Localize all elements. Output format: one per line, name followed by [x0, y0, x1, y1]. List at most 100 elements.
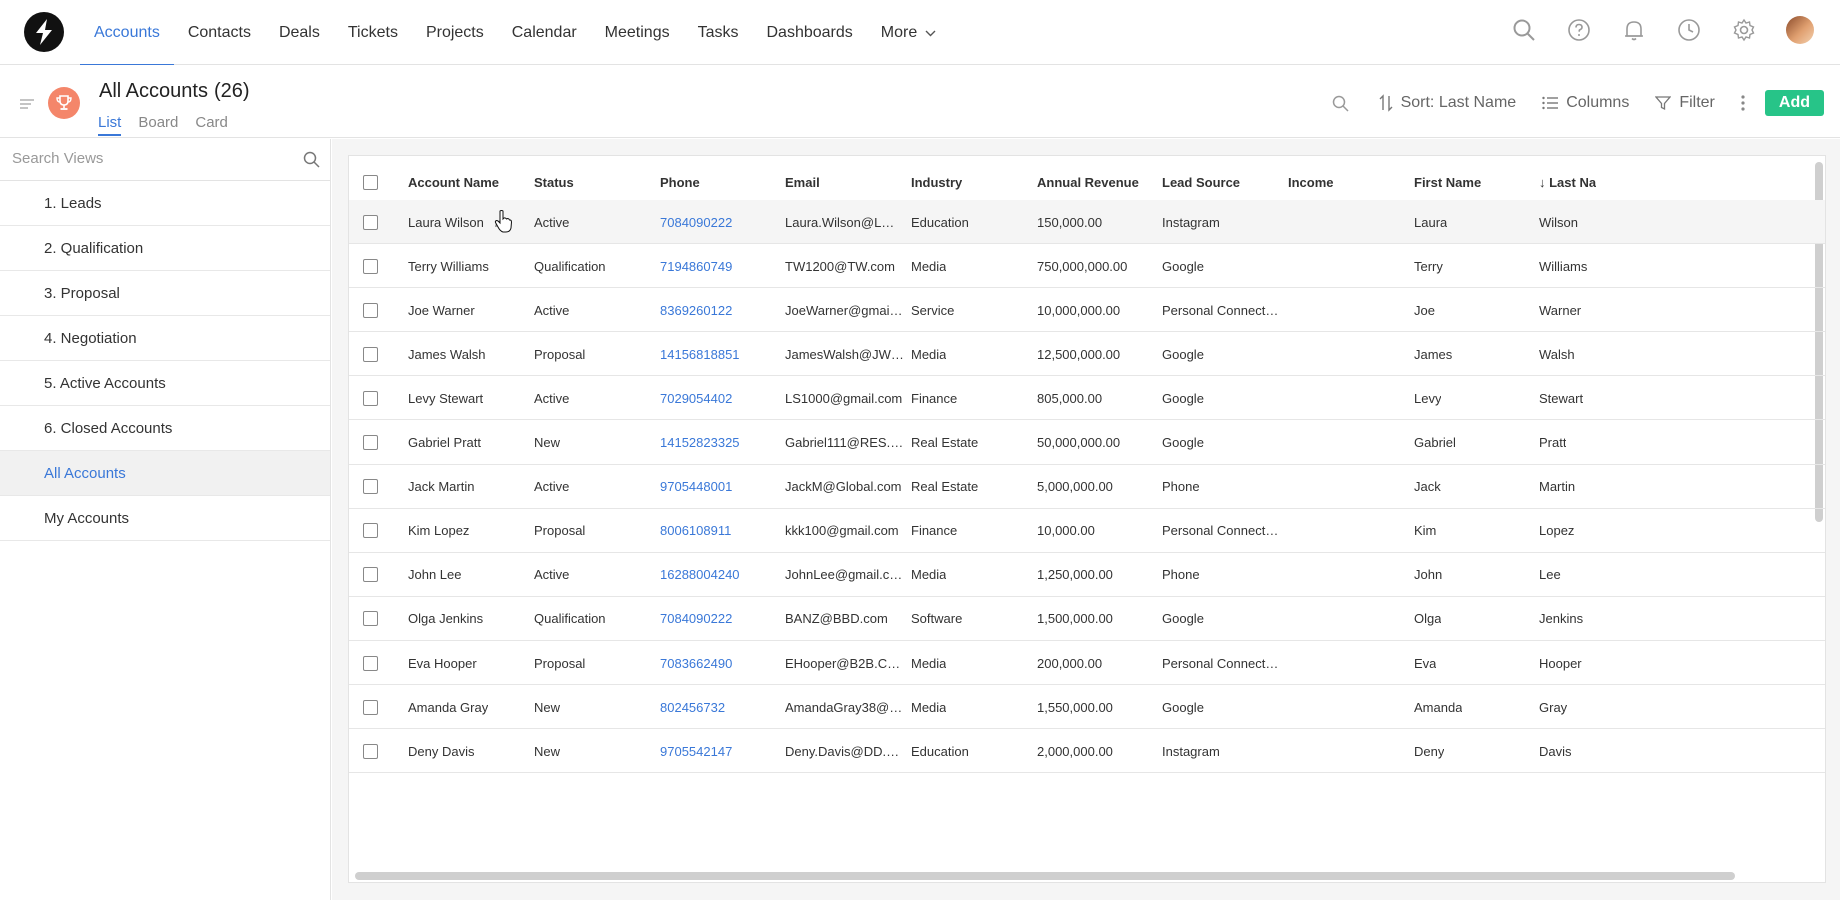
row-checkbox[interactable]: [363, 567, 378, 583]
table-row[interactable]: Olga Jenkins Qualification 7084090222 BANZ@…: [349, 597, 1825, 641]
add-button[interactable]: Add: [1764, 90, 1824, 116]
row-checkbox[interactable]: [363, 611, 378, 627]
nav-tab-more[interactable]: More: [867, 0, 950, 65]
table-row[interactable]: Gabriel Pratt New 14152823325 Gabriel111@RE…: [349, 421, 1825, 465]
cell-account-name[interactable]: Amanda Gray: [408, 685, 488, 729]
nav-tab-projects[interactable]: Projects: [412, 0, 498, 65]
row-checkbox[interactable]: [363, 302, 378, 318]
search-views-input[interactable]: [12, 150, 292, 167]
row-checkbox[interactable]: [363, 523, 378, 539]
sidebar-view-label: My Accounts: [44, 509, 130, 527]
cell-phone[interactable]: 7194860749: [660, 244, 732, 288]
cell-phone[interactable]: 9705542147: [660, 729, 732, 773]
cell-account-name[interactable]: John Lee: [408, 553, 462, 597]
cell-phone[interactable]: 802456732: [660, 685, 725, 729]
search-records-icon[interactable]: [1332, 95, 1349, 112]
cell-account-name[interactable]: Terry Williams: [408, 244, 489, 288]
table-row[interactable]: Laura Wilson Active 7084090222 Laura.Wilson…: [349, 200, 1825, 244]
app-logo[interactable]: [24, 12, 64, 52]
gear-icon[interactable]: [1731, 17, 1757, 43]
table-row[interactable]: Deny Davis New 9705542147 Deny.Davis@DD.… Ed…: [349, 729, 1825, 774]
table-row[interactable]: Terry Williams Qualification 7194860749 TW1…: [349, 244, 1825, 289]
cell-phone[interactable]: 16288004240: [660, 553, 740, 597]
sidebar-view-item[interactable]: 6. Closed Accounts: [0, 406, 330, 451]
cell-account-name[interactable]: Gabriel Pratt: [408, 421, 481, 465]
table-row[interactable]: Eva Hooper Proposal 7083662490 EHooper@B2B.…: [349, 641, 1825, 685]
search-icon[interactable]: [303, 151, 320, 172]
table-row[interactable]: Amanda Gray New 802456732 AmandaGray38@… Med…: [349, 685, 1825, 730]
nav-tab-tasks[interactable]: Tasks: [684, 0, 753, 65]
cell-account-name[interactable]: Olga Jenkins: [408, 597, 483, 641]
row-checkbox[interactable]: [363, 346, 378, 362]
menu-icon[interactable]: [20, 96, 34, 113]
cell-account-name[interactable]: Laura Wilson: [408, 200, 484, 244]
row-checkbox[interactable]: [363, 390, 378, 406]
horizontal-scrollbar[interactable]: [355, 872, 1735, 880]
cell-phone[interactable]: 7084090222: [660, 200, 732, 244]
table-row[interactable]: James Walsh Proposal 14156818851 JamesWalsh…: [349, 332, 1825, 377]
more-options-icon[interactable]: [1741, 94, 1745, 112]
row-checkbox[interactable]: [363, 699, 378, 715]
filter-button[interactable]: Filter: [1655, 94, 1715, 112]
table-row[interactable]: Kim Lopez Proposal 8006108911 kkk100@gmail.…: [349, 509, 1825, 553]
search-icon[interactable]: [1511, 17, 1537, 43]
cell-account-name[interactable]: Deny Davis: [408, 729, 474, 773]
table-row[interactable]: Jack Martin Active 9705448001 JackM@Global.…: [349, 465, 1825, 509]
cell-account-name[interactable]: Jack Martin: [408, 465, 474, 509]
cell-phone[interactable]: 7029054402: [660, 376, 732, 420]
sort-button[interactable]: Sort: Last Name: [1379, 94, 1516, 112]
cell-account-name[interactable]: Joe Warner: [408, 288, 475, 332]
row-checkbox[interactable]: [363, 479, 378, 495]
cell-phone[interactable]: 14156818851: [660, 332, 740, 376]
nav-tab-deals[interactable]: Deals: [265, 0, 334, 65]
sidebar-view-item[interactable]: 3. Proposal: [0, 271, 330, 316]
tab-card[interactable]: Card: [195, 114, 228, 136]
cell-account-name[interactable]: James Walsh: [408, 332, 486, 376]
cell-account-name[interactable]: Levy Stewart: [408, 376, 483, 420]
help-icon[interactable]: [1566, 17, 1592, 43]
nav-tab-tickets[interactable]: Tickets: [334, 0, 412, 65]
table-row[interactable]: Joe Warner Active 8369260122 JoeWarner@gmai…: [349, 288, 1825, 333]
cell-account-name[interactable]: Eva Hooper: [408, 641, 477, 685]
cell-last-name: Lopez: [1539, 523, 1575, 539]
cell-account-name[interactable]: Kim Lopez: [408, 509, 469, 553]
nav-tab-dashboards[interactable]: Dashboards: [753, 0, 867, 65]
select-all-checkbox[interactable]: [363, 174, 378, 190]
table-row[interactable]: John Lee Active 16288004240 JohnLee@gmail.c…: [349, 553, 1825, 597]
row-checkbox[interactable]: [363, 655, 378, 671]
cell-phone[interactable]: 14152823325: [660, 421, 740, 465]
cell-phone[interactable]: 8006108911: [660, 509, 731, 553]
nav-tab-meetings[interactable]: Meetings: [591, 0, 684, 65]
chevron-down-icon: [925, 24, 936, 42]
tab-board[interactable]: Board: [138, 114, 178, 136]
cell-phone[interactable]: 9705448001: [660, 465, 732, 509]
avatar[interactable]: [1786, 16, 1814, 44]
row-checkbox[interactable]: [363, 258, 378, 274]
nav-tab-accounts[interactable]: Accounts: [80, 0, 174, 66]
tab-list[interactable]: List: [98, 114, 122, 136]
cell-phone[interactable]: 7083662490: [660, 641, 732, 685]
nav-tab-contacts[interactable]: Contacts: [174, 0, 265, 65]
sidebar-view-item[interactable]: 4. Negotiation: [0, 316, 330, 361]
table-row[interactable]: Levy Stewart Active 7029054402 LS1000@gmail…: [349, 376, 1825, 421]
nav-tab-calendar[interactable]: Calendar: [498, 0, 591, 65]
row-checkbox[interactable]: [363, 214, 378, 230]
cell-last-name: Stewart: [1539, 390, 1584, 406]
sidebar-view-item[interactable]: 1. Leads: [0, 181, 330, 226]
cell-first-name: Amanda: [1414, 699, 1463, 715]
cell-first-name: Laura: [1414, 214, 1448, 230]
columns-button[interactable]: Columns: [1542, 94, 1629, 112]
cell-industry: Service: [911, 302, 955, 318]
nav-tab-label: Projects: [425, 23, 484, 41]
sidebar-view-item[interactable]: 2. Qualification: [0, 226, 330, 271]
row-checkbox[interactable]: [363, 743, 378, 759]
row-checkbox[interactable]: [363, 435, 378, 450]
sidebar-view-item[interactable]: All Accounts: [0, 451, 330, 496]
bell-icon[interactable]: [1621, 17, 1647, 43]
sidebar-view-item[interactable]: 5. Active Accounts: [0, 361, 330, 406]
cell-phone[interactable]: 7084090222: [660, 597, 732, 641]
history-icon[interactable]: [1676, 17, 1702, 43]
cell-phone[interactable]: 8369260122: [660, 288, 732, 332]
nav-tab-label: More: [880, 23, 918, 41]
sidebar-view-item[interactable]: My Accounts: [0, 496, 330, 541]
